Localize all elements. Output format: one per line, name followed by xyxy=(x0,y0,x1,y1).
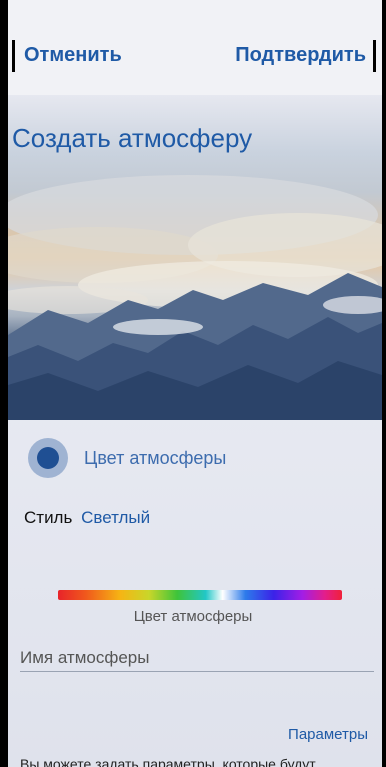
color-label: Цвет атмосферы xyxy=(84,447,227,468)
top-bar: Отменить Подтвердить xyxy=(8,0,382,95)
style-row[interactable]: Стиль Светлый xyxy=(24,508,150,528)
parameters-hint: Вы можете задать параметры, которые буду… xyxy=(20,756,316,767)
atmosphere-color-row[interactable]: Цвет атмосферы xyxy=(28,436,226,480)
parameters-link[interactable]: Параметры xyxy=(288,726,368,743)
right-divider xyxy=(373,40,376,72)
cancel-button[interactable]: Отменить xyxy=(24,44,122,67)
left-divider xyxy=(12,40,15,72)
page-title: Создать атмосферу xyxy=(12,123,253,153)
style-value[interactable]: Светлый xyxy=(81,508,150,527)
color-swatch[interactable] xyxy=(28,438,68,478)
color-spectrum-slider[interactable] xyxy=(58,590,342,600)
confirm-button[interactable]: Подтвердить xyxy=(235,44,366,67)
right-border xyxy=(382,0,386,767)
style-key: Стиль xyxy=(24,508,73,527)
left-border xyxy=(0,0,8,767)
atmosphere-name-input[interactable] xyxy=(20,644,374,672)
hero-image: Создать атмосферу xyxy=(8,95,382,420)
spectrum-label: Цвет атмосферы xyxy=(133,608,253,625)
color-dot-icon xyxy=(37,447,59,469)
screen: Отменить Подтвердить Создать атмосферу Ц… xyxy=(0,0,386,767)
